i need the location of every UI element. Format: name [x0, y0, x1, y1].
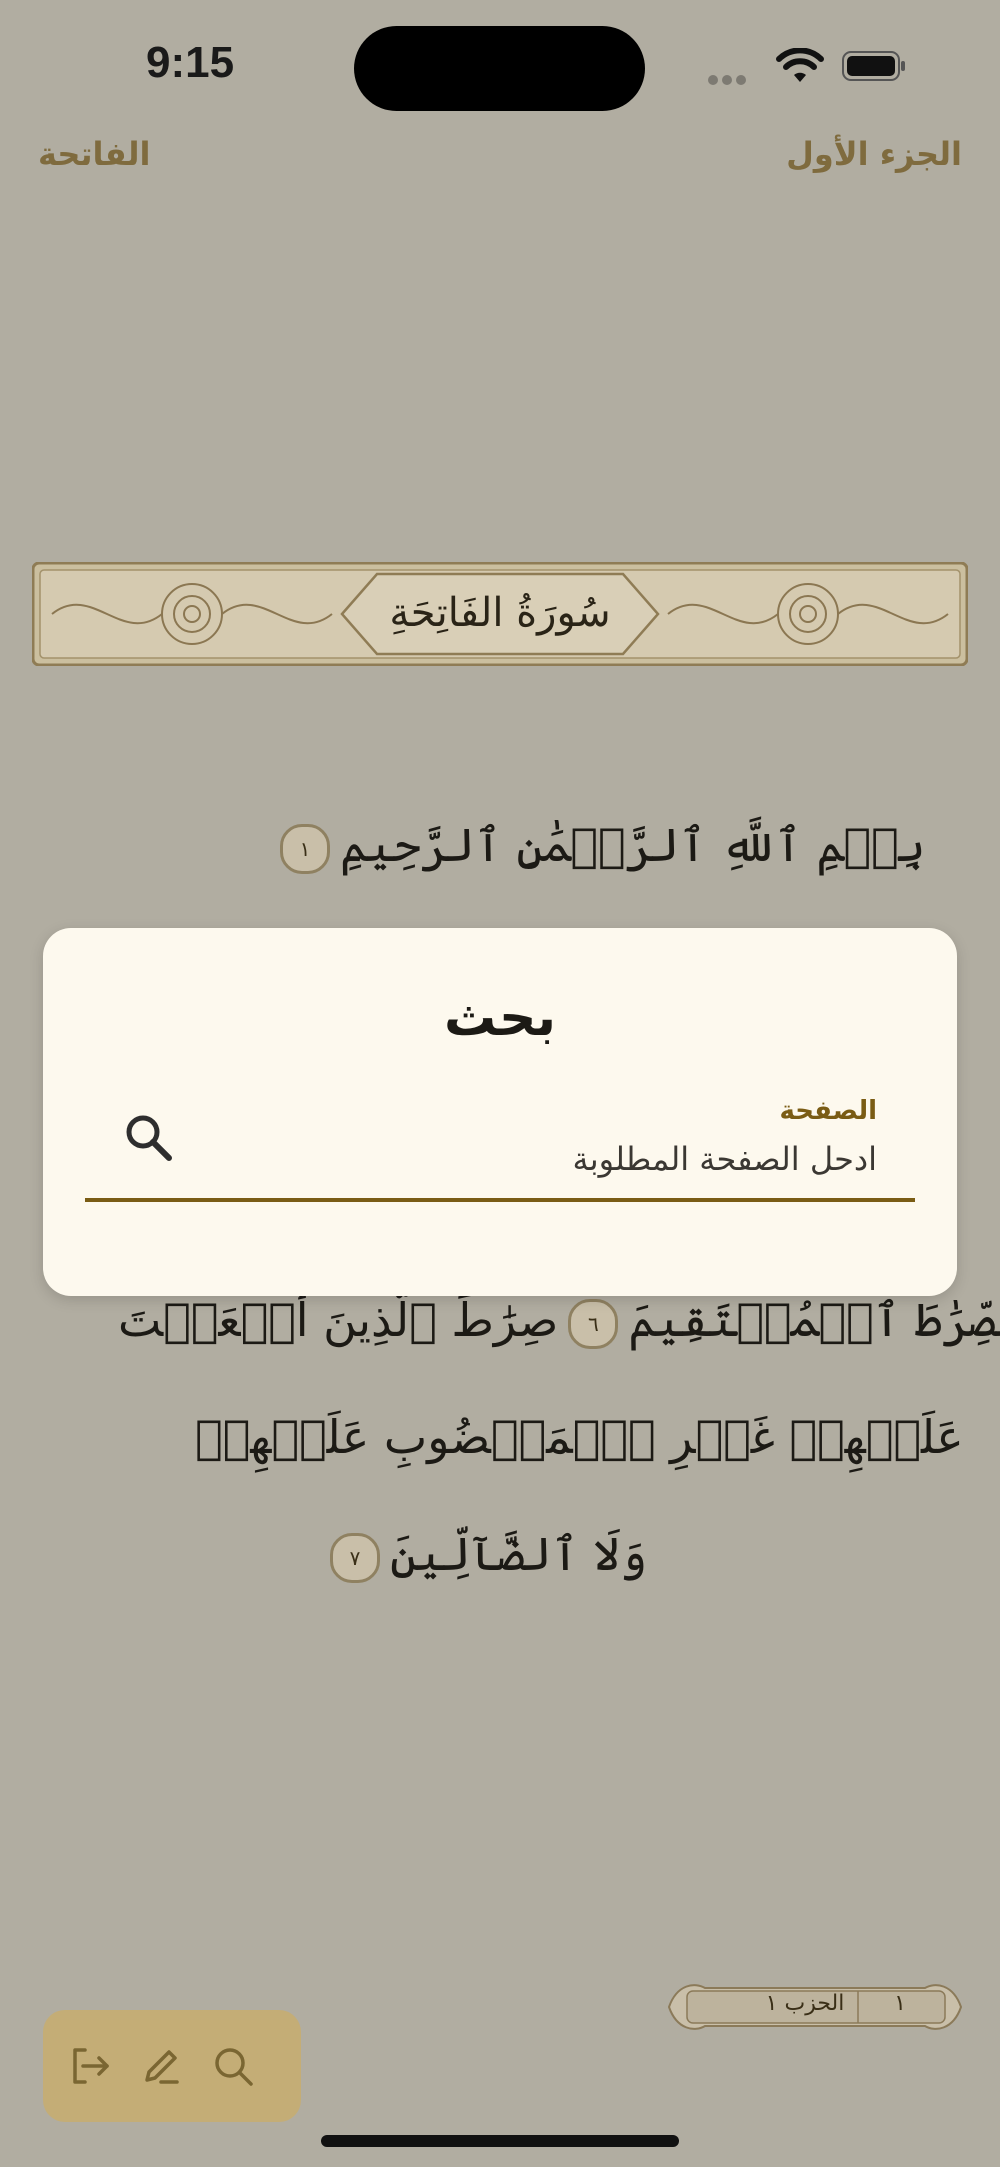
search-icon[interactable] [121, 1110, 177, 1166]
bottom-toolbar [43, 2010, 301, 2122]
hizb-label: الحزب ١ [765, 1991, 845, 2016]
search-dialog: بحث الصفحة [43, 928, 957, 1296]
juz-name-header[interactable]: الجزء الأول [786, 135, 962, 173]
ayah-line-2: ٱلصِّرَٰطَ ٱلۡمُسۡتَقِيمَ٦صِرَٰطَ ٱلَّذِ… [118, 1293, 1000, 1349]
dialog-title: بحث [443, 988, 557, 1048]
logout-icon[interactable] [65, 2042, 113, 2090]
juz-number: ١ [894, 1991, 906, 2016]
search-icon[interactable] [209, 2042, 257, 2090]
status-time: 9:15 [146, 38, 235, 87]
status-bar: 9:15 [0, 0, 1000, 130]
ayah-text: ٱلصِّرَٰطَ ٱلۡمُسۡتَقِيمَ [628, 1293, 1000, 1347]
ayah-text: بِسۡمِ ٱللَّهِ ٱلرَّحۡمَٰنِ ٱلرَّحِيمِ [340, 818, 926, 872]
wifi-icon [776, 48, 824, 82]
home-indicator[interactable] [321, 2135, 679, 2147]
ayah-text: صِرَٰطَ ٱلَّذِينَ أَنۡعَمۡتَ [118, 1293, 559, 1347]
ayah-number-marker: ٦ [568, 1299, 619, 1349]
ayah-text: عَلَيۡهِمۡ غَيۡرِ ٱلۡمَغۡضُوبِ عَلَيۡهِم… [195, 1410, 964, 1464]
page-field-label: الصفحة [779, 1096, 877, 1126]
dynamic-island [354, 26, 645, 111]
surah-title-banner: سُورَةُ الفَاتِحَةِ [32, 562, 968, 666]
field-underline [85, 1198, 915, 1202]
ayah-number-marker: ١ [280, 824, 330, 874]
page-number-input[interactable] [243, 1133, 877, 1185]
ayah-line-1: بِسۡمِ ٱللَّهِ ٱلرَّحۡمَٰنِ ٱلرَّحِيمِ١ [270, 818, 926, 874]
edit-icon[interactable] [137, 2042, 185, 2090]
ayah-line-4: وَلَا ٱلضَّآلِّينَ٧ [320, 1527, 647, 1583]
ayah-text: وَلَا ٱلضَّآلِّينَ [390, 1527, 648, 1581]
ayah-line-3: عَلَيۡهِمۡ غَيۡرِ ٱلۡمَغۡضُوبِ عَلَيۡهِم… [195, 1410, 964, 1464]
battery-icon [842, 51, 905, 81]
surah-name-header[interactable]: الفاتحة [38, 135, 151, 173]
signal-dots-icon [708, 70, 750, 89]
ayah-number-marker: ٧ [330, 1533, 380, 1583]
surah-title: سُورَةُ الفَاتِحَةِ [389, 590, 610, 636]
